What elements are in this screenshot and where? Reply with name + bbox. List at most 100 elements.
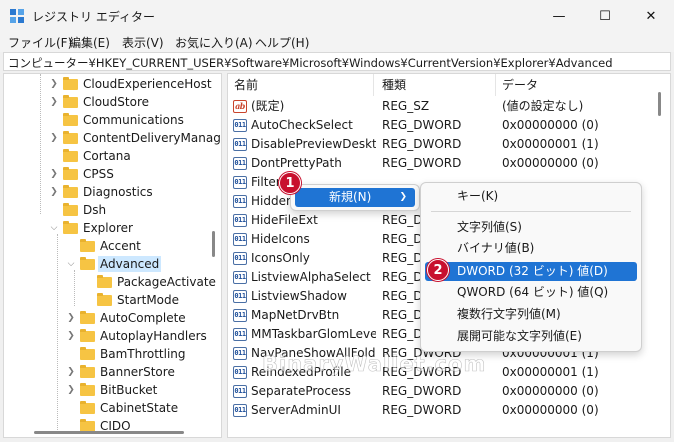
address-bar[interactable]: コンピューター¥HKEY_CURRENT_USER¥Software¥Micro… <box>3 52 671 71</box>
menu-item-string-value[interactable]: 文字列値(S) <box>425 218 637 237</box>
table-row[interactable]: 011 SeparateProcess REG_DWORD 0x00000000… <box>228 382 668 401</box>
tree-vertical-scrollbar[interactable] <box>212 231 215 257</box>
menu-bar: ファイル(F) 編集(E) 表示(V) お気に入り(A) ヘルプ(H) <box>0 32 674 52</box>
context-menu: 新規(N) ❯ <box>290 184 420 211</box>
tree-item-label: Explorer <box>83 221 133 235</box>
menu-separator <box>431 211 631 212</box>
table-row[interactable]: 011 DontPrettyPath REG_DWORD 0x00000000 … <box>228 154 668 173</box>
chevron-right-icon[interactable]: ❯ <box>49 93 59 111</box>
tree-item-label: CPSS <box>83 167 114 181</box>
tree-item-cloudstore[interactable]: ❯ CloudStore <box>4 93 221 111</box>
close-button[interactable]: ✕ <box>628 0 674 32</box>
tree-item-cpss[interactable]: ❯ CPSS <box>4 165 221 183</box>
tree-item-cloudexperiencehost[interactable]: ❯ CloudExperienceHost <box>4 75 221 93</box>
table-row[interactable]: 011 AutoCheckSelect REG_DWORD 0x00000000… <box>228 116 668 135</box>
tree-item-label: AutoComplete <box>100 311 186 325</box>
folder-icon <box>63 167 78 180</box>
chevron-down-icon[interactable]: ⌵ <box>49 219 59 237</box>
chevron-right-icon[interactable]: ❯ <box>66 327 76 345</box>
menu-item-dword-value[interactable]: DWORD (32 ビット) 値(D) <box>425 262 637 281</box>
column-header-type[interactable]: 種類 <box>376 74 496 96</box>
menu-item-binary-value[interactable]: バイナリ値(B) <box>425 239 637 258</box>
menu-item-new[interactable]: 新規(N) ❯ <box>295 188 415 207</box>
chevron-right-icon[interactable]: ❯ <box>49 183 59 201</box>
dword-value-icon: 011 <box>233 157 247 170</box>
tree-item-label: BannerStore <box>100 365 175 379</box>
maximize-button[interactable]: ☐ <box>582 0 628 32</box>
folder-icon <box>80 239 95 252</box>
menu-item-new-key[interactable]: キー(K) <box>425 187 637 206</box>
tree-item-label: ContentDeliveryManag <box>83 131 221 145</box>
tree-item-autoplayhandlers[interactable]: ❯ AutoplayHandlers <box>4 327 221 345</box>
value-data: 0x00000000 (0) <box>502 118 599 132</box>
tree-item-label: Diagnostics <box>83 185 153 199</box>
chevron-right-icon[interactable]: ❯ <box>49 165 59 183</box>
dword-value-icon: 011 <box>233 309 247 322</box>
dword-value-icon: 011 <box>233 176 247 189</box>
tree-item-advanced[interactable]: ⌵ Advanced <box>4 255 221 273</box>
folder-icon <box>63 131 78 144</box>
tree-item-communications[interactable]: Communications <box>4 111 221 129</box>
tree-item-bitbucket[interactable]: ❯ BitBucket <box>4 381 221 399</box>
tree-item-label: Advanced <box>98 256 162 272</box>
tree-item-accent[interactable]: Accent <box>4 237 221 255</box>
value-name: ServerAdminUI <box>251 403 341 417</box>
menu-favorites[interactable]: お気に入り(A) <box>175 34 253 51</box>
menu-view[interactable]: 表示(V) <box>122 34 164 51</box>
tree-item-label: StartMode <box>117 293 180 307</box>
tree-item-bannerstore[interactable]: ❯ BannerStore <box>4 363 221 381</box>
chevron-right-icon[interactable]: ❯ <box>49 75 59 93</box>
tree-item-dsh[interactable]: Dsh <box>4 201 221 219</box>
chevron-right-icon[interactable]: ❯ <box>66 381 76 399</box>
dword-value-icon: 011 <box>233 214 247 227</box>
tree-item-diagnostics[interactable]: ❯ Diagnostics <box>4 183 221 201</box>
title-bar: レジストリ エディター — ☐ ✕ <box>0 0 674 32</box>
new-submenu: キー(K) 文字列値(S) バイナリ値(B) DWORD (32 ビット) 値(… <box>420 182 642 352</box>
chevron-right-icon[interactable]: ❯ <box>66 363 76 381</box>
value-name: SeparateProcess <box>251 384 351 398</box>
tree-item-label: CloudStore <box>83 95 149 109</box>
dword-value-icon: 011 <box>233 328 247 341</box>
table-row[interactable]: 011 DisablePreviewDesktop REG_DWORD 0x00… <box>228 135 668 154</box>
menu-edit[interactable]: 編集(E) <box>69 34 110 51</box>
tree-item-cortana[interactable]: Cortana <box>4 147 221 165</box>
menu-item-qword-value[interactable]: QWORD (64 ビット) 値(Q) <box>425 283 637 302</box>
table-row[interactable]: 011 ServerAdminUI REG_DWORD 0x00000000 (… <box>228 401 668 420</box>
tree-item-bamthrottling[interactable]: BamThrottling <box>4 345 221 363</box>
tree-item-explorer[interactable]: ⌵ Explorer <box>4 219 221 237</box>
value-name: IconsOnly <box>251 251 310 265</box>
tree-horizontal-scrollbar[interactable] <box>34 431 184 434</box>
tree-item-cabinetstate[interactable]: CabinetState <box>4 399 221 417</box>
tree-item-label: Cortana <box>83 149 131 163</box>
minimize-button[interactable]: — <box>536 0 582 32</box>
table-row[interactable]: ab (既定) REG_SZ (値の設定なし) <box>228 97 668 116</box>
dword-value-icon: 011 <box>233 252 247 265</box>
tree-item-startmode[interactable]: StartMode <box>4 291 221 309</box>
tree-item-packageactivate[interactable]: PackageActivate <box>4 273 221 291</box>
menu-item-multi-string-value[interactable]: 複数行文字列値(M) <box>425 305 637 324</box>
registry-tree[interactable]: ❯ CloudExperienceHost ❯ CloudStore Commu… <box>3 73 222 438</box>
folder-icon <box>80 347 95 360</box>
folder-open-icon <box>63 221 78 234</box>
folder-icon <box>63 185 78 198</box>
chevron-right-icon[interactable]: ❯ <box>49 129 59 147</box>
menu-help[interactable]: ヘルプ(H) <box>255 34 309 51</box>
tree-item-label: AutoplayHandlers <box>100 329 207 343</box>
tree-item-label: BitBucket <box>100 383 158 397</box>
column-header-name[interactable]: 名前 <box>228 74 374 96</box>
dword-value-icon: 011 <box>233 271 247 284</box>
folder-icon <box>97 275 112 288</box>
dword-value-icon: 011 <box>233 195 247 208</box>
folder-icon <box>97 293 112 306</box>
tree-item-label: Dsh <box>83 203 107 217</box>
menu-item-expandable-string-value[interactable]: 展開可能な文字列値(E) <box>425 327 637 346</box>
chevron-right-icon[interactable]: ❯ <box>66 309 76 327</box>
step-badge-2: 2 <box>427 259 449 281</box>
chevron-down-icon[interactable]: ⌵ <box>66 255 76 273</box>
folder-icon <box>63 149 78 162</box>
value-name: HideIcons <box>251 232 310 246</box>
tree-item-autocomplete[interactable]: ❯ AutoComplete <box>4 309 221 327</box>
column-header-data[interactable]: データ <box>496 74 658 96</box>
menu-file[interactable]: ファイル(F) <box>8 34 72 51</box>
tree-item-contentdeliverymanager[interactable]: ❯ ContentDeliveryManag <box>4 129 221 147</box>
